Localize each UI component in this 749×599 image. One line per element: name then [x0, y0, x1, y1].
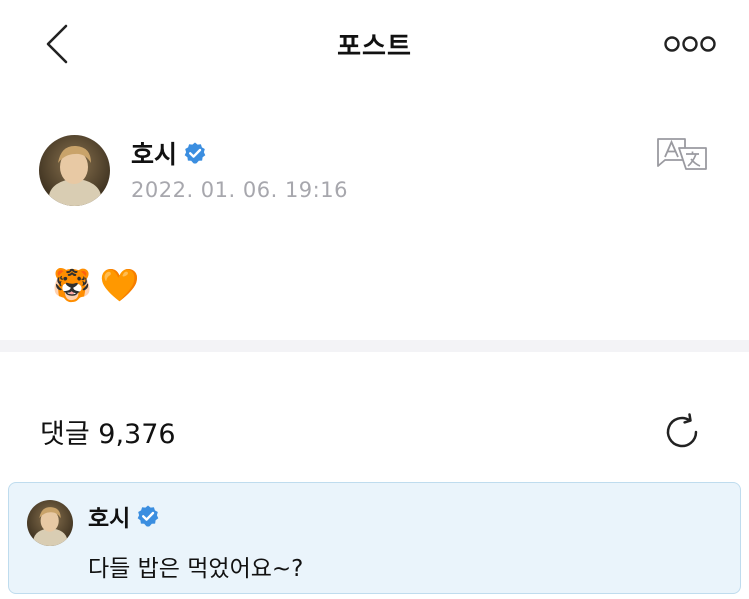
- author-name[interactable]: 호시: [131, 135, 177, 171]
- post-timestamp: 2022. 01. 06. 19:16: [131, 178, 348, 202]
- section-divider: [0, 340, 749, 352]
- comment-avatar[interactable]: [27, 500, 73, 546]
- page-title: 포스트: [337, 32, 412, 62]
- orange-heart-emoji: 🧡: [99, 266, 140, 304]
- more-dots-icon: [664, 36, 716, 52]
- verified-badge-icon: [138, 505, 159, 527]
- refresh-button[interactable]: [662, 412, 702, 452]
- translate-icon: [657, 138, 707, 170]
- avatar-photo: [39, 135, 110, 206]
- translate-button[interactable]: [655, 136, 709, 172]
- comment-text: 다들 밥은 먹었어요~?: [88, 556, 304, 582]
- comment-author-name[interactable]: 호시: [88, 499, 130, 533]
- post-body: 🐯 🧡: [52, 264, 140, 306]
- avatar-photo: [27, 500, 73, 546]
- author-avatar[interactable]: [39, 135, 110, 206]
- more-options-button[interactable]: [662, 30, 718, 58]
- top-bar: 포스트: [0, 0, 749, 90]
- refresh-icon: [666, 413, 698, 448]
- post-author-row: 호시: [131, 135, 207, 171]
- verified-badge-icon: [184, 142, 206, 164]
- post: 호시 2022. 01. 06. 19:16 🐯 🧡: [0, 110, 749, 340]
- comment-author-row: 호시: [88, 499, 160, 533]
- comments-header: 댓글 9,376: [0, 352, 749, 472]
- pinned-comment[interactable]: 호시 다들 밥은 먹었어요~?: [8, 482, 741, 594]
- comments-count: 댓글 9,376: [40, 419, 176, 450]
- tiger-emoji: 🐯: [52, 266, 92, 304]
